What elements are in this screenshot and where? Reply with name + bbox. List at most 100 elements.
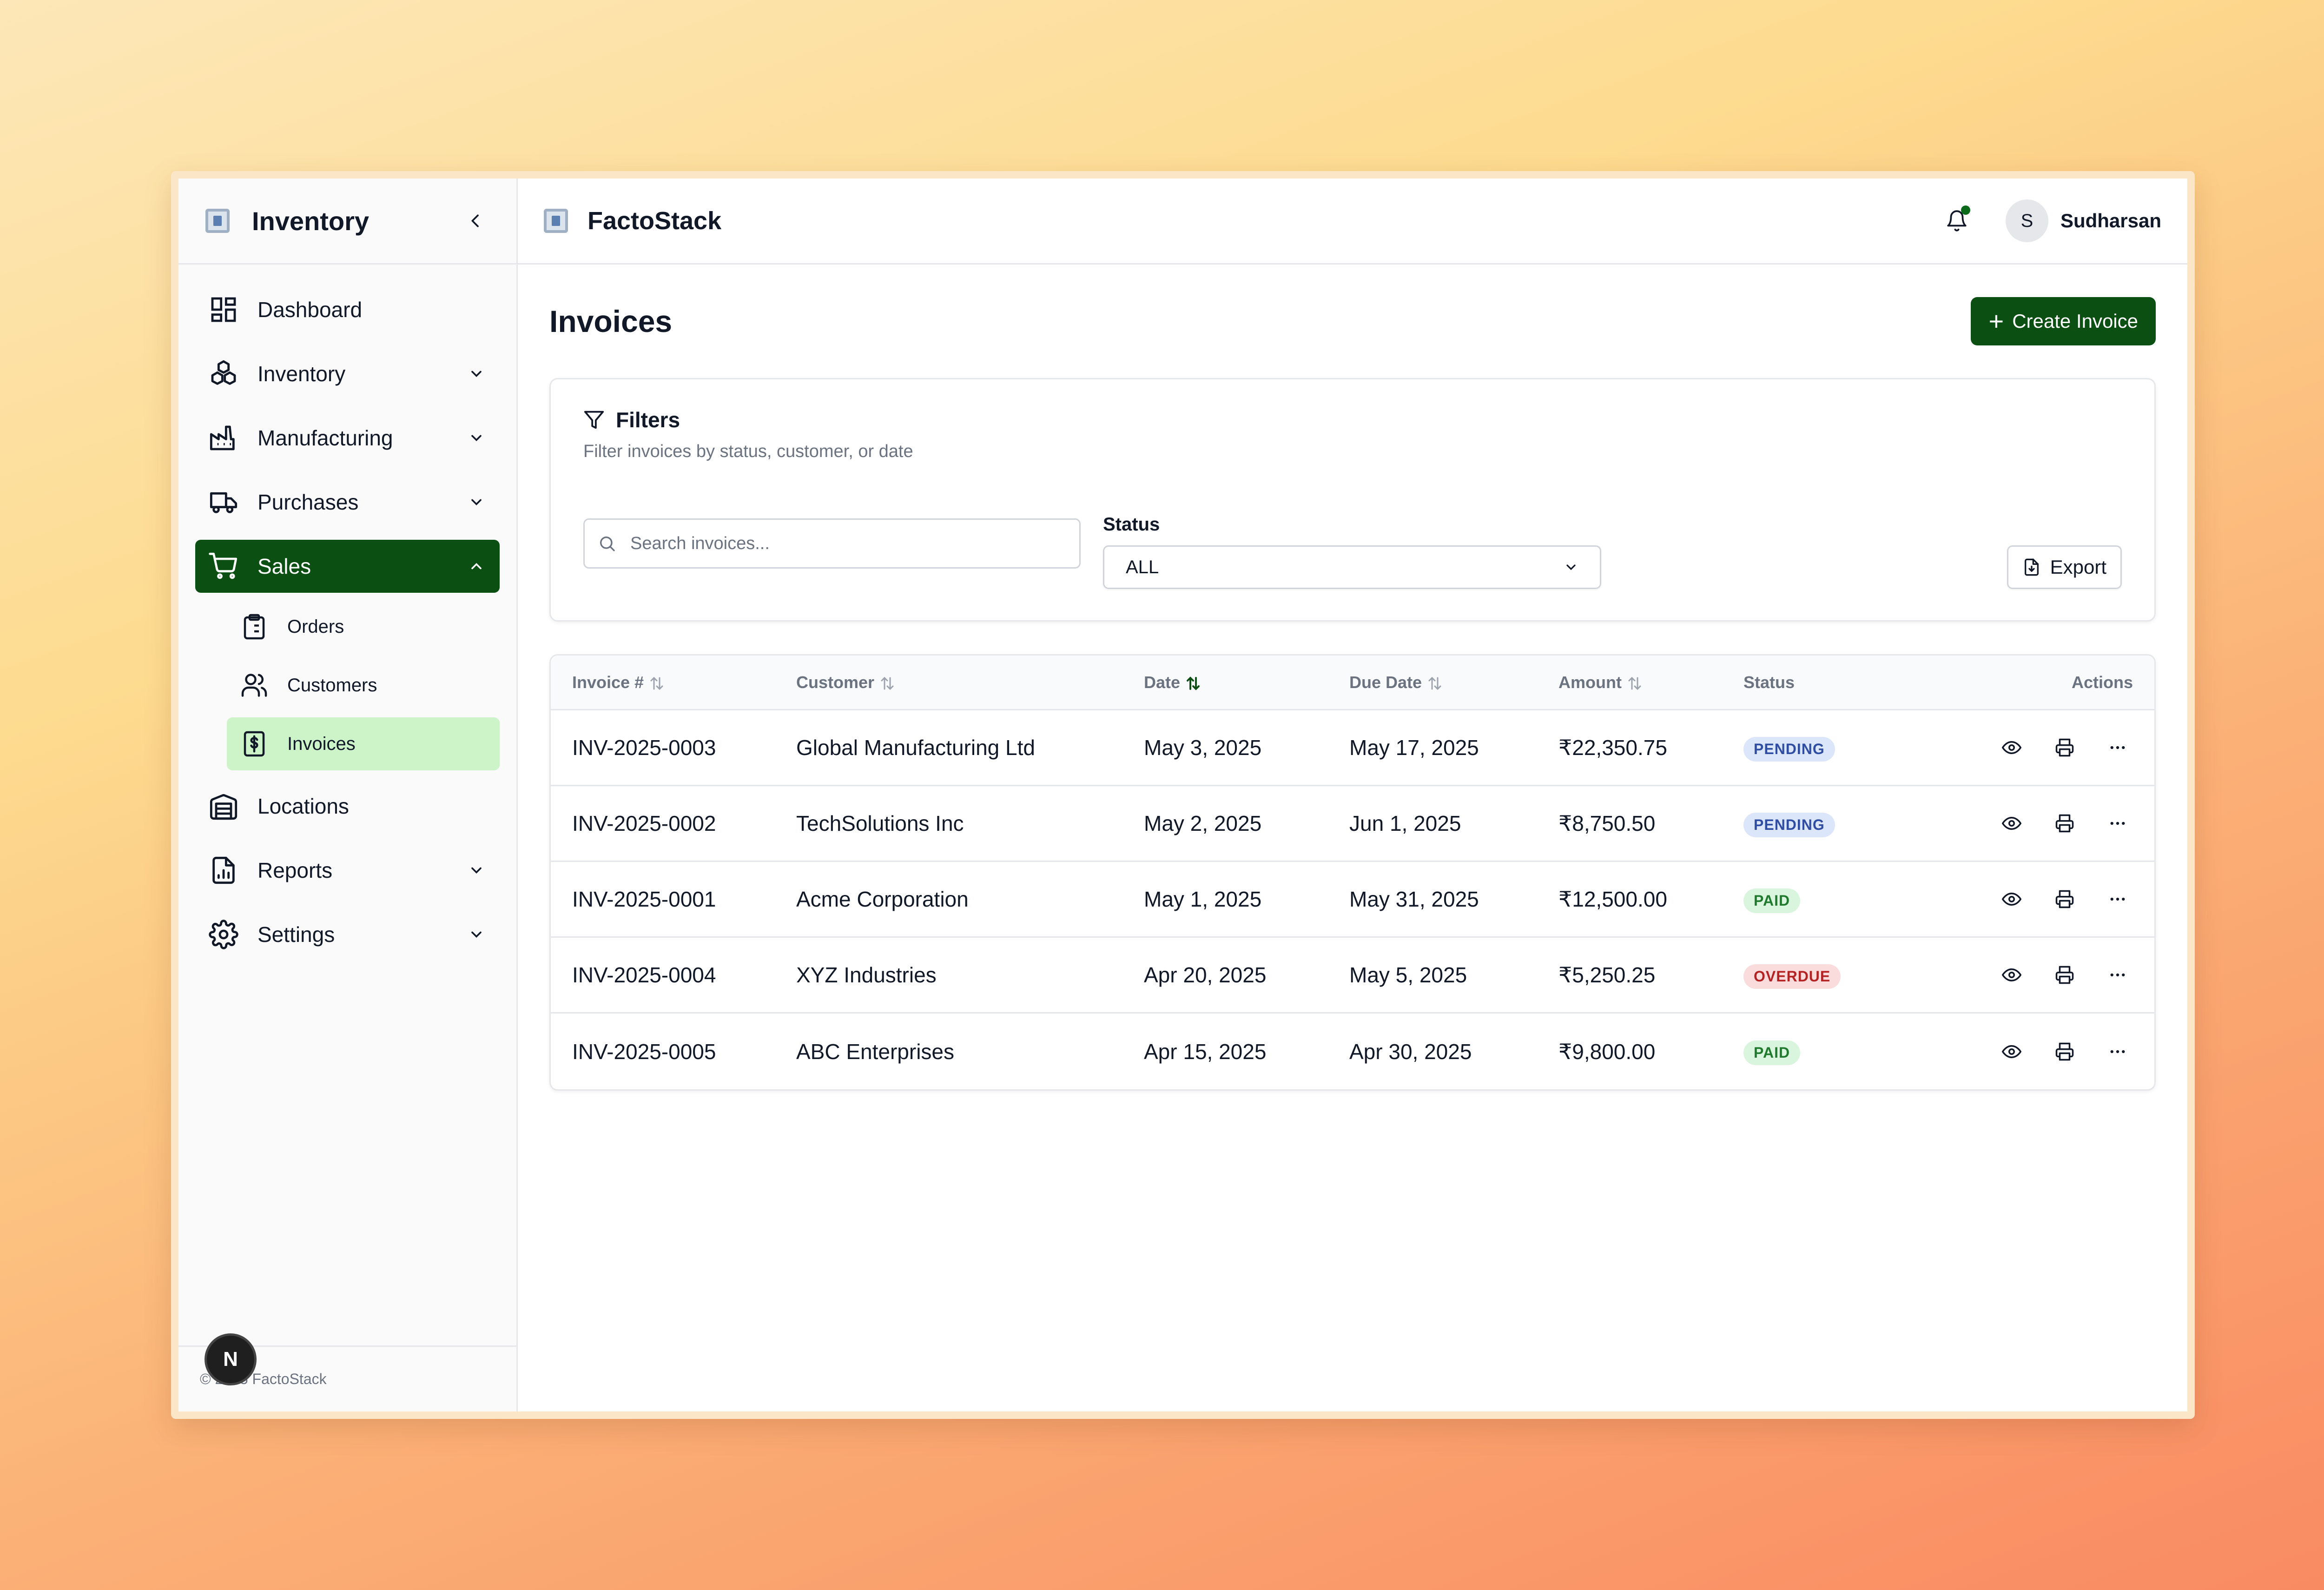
create-invoice-button[interactable]: + Create Invoice <box>1971 297 2156 345</box>
search-icon <box>598 533 619 554</box>
print-icon[interactable] <box>2049 884 2080 914</box>
col-amount-header[interactable]: Amount <box>1558 673 1743 692</box>
chevron-down-icon <box>1566 564 1576 570</box>
more-options-icon[interactable] <box>2102 732 2133 763</box>
table-row[interactable]: INV-2025-0005 ABC Enterprises Apr 15, 2025… <box>551 1014 2154 1089</box>
chevron-down-icon <box>466 924 487 945</box>
customer-name: XYZ Industries <box>796 963 937 987</box>
customer-name: Global Manufacturing Ltd <box>796 735 1035 760</box>
collapse-sidebar-button[interactable] <box>462 207 489 235</box>
invoice-number: INV-2025-0001 <box>572 887 716 911</box>
content: Invoices + Create Invoice Filters Filter… <box>518 265 2187 1091</box>
col-actions-header: Actions <box>2071 672 2133 692</box>
more-options-icon[interactable] <box>2102 960 2133 990</box>
status-cell: PENDING <box>1743 810 1939 837</box>
filters-title-label: Filters <box>616 408 680 432</box>
status-badge: PAID <box>1743 888 1801 913</box>
status-cell: OVERDUE <box>1743 961 1939 989</box>
user-name[interactable]: Sudharsan <box>2060 210 2161 232</box>
col-due-date-header[interactable]: Due Date <box>1349 673 1558 692</box>
invoice-date: May 2, 2025 <box>1144 811 1262 835</box>
notifications-button[interactable] <box>1941 205 1973 237</box>
col-status-header: Status <box>1743 672 1795 692</box>
dev-tools-badge[interactable]: N <box>205 1333 257 1385</box>
status-label: Status <box>1103 514 1160 535</box>
filters-subtitle: Filter invoices by status, customer, or … <box>583 442 913 461</box>
print-icon[interactable] <box>2049 960 2080 990</box>
sidebar-item-reports[interactable]: Reports <box>195 844 500 897</box>
sidebar-item-dashboard[interactable]: Dashboard <box>195 283 500 336</box>
sidebar-item-label: Orders <box>287 616 344 637</box>
sidebar-item-settings[interactable]: Settings <box>195 908 500 961</box>
header-label: Due Date <box>1349 672 1422 692</box>
print-icon[interactable] <box>2049 732 2080 763</box>
view-eye-icon[interactable] <box>1996 960 2027 990</box>
status-badge: OVERDUE <box>1743 964 1841 989</box>
plus-icon: + <box>1988 306 2004 336</box>
file-download-icon <box>2022 557 2043 577</box>
chevron-down-icon <box>466 860 487 881</box>
sidebar-item-manufacturing[interactable]: Manufacturing <box>195 411 500 464</box>
print-icon[interactable] <box>2049 1036 2080 1067</box>
more-options-icon[interactable] <box>2102 808 2133 839</box>
table-row[interactable]: INV-2025-0002 TechSolutions Inc May 2, 202… <box>551 786 2154 862</box>
sidebar-item-sales[interactable]: Sales <box>195 540 500 593</box>
sidebar-item-customers[interactable]: Customers <box>227 659 500 712</box>
col-invoice-header[interactable]: Invoice # <box>551 673 796 692</box>
table-row[interactable]: INV-2025-0004 XYZ Industries Apr 20, 2025 M… <box>551 938 2154 1014</box>
status-select[interactable]: ALL <box>1103 545 1601 589</box>
export-label: Export <box>2050 556 2106 578</box>
search-input[interactable] <box>630 533 1066 554</box>
export-button[interactable]: Export <box>2007 545 2122 589</box>
due-date: May 5, 2025 <box>1349 963 1467 987</box>
sidebar-item-purchases[interactable]: Purchases <box>195 476 500 529</box>
sidebar-item-orders[interactable]: Orders <box>227 600 500 653</box>
amount: ₹22,350.75 <box>1558 735 1667 760</box>
customer-name: ABC Enterprises <box>796 1039 955 1064</box>
brand-name: FactoStack <box>588 207 722 235</box>
search-box[interactable] <box>583 518 1081 569</box>
page-header: Invoices + Create Invoice <box>549 265 2156 378</box>
dashboard-icon <box>208 294 239 325</box>
invoice-number: INV-2025-0004 <box>572 963 716 987</box>
filters-row: Status ALL Export <box>583 514 2122 589</box>
sidebar-item-invoices[interactable]: Invoices <box>227 717 500 770</box>
avatar[interactable]: S <box>2005 199 2048 242</box>
table-row[interactable]: INV-2025-0003 Global Manufacturing Ltd May… <box>551 710 2154 786</box>
gear-icon <box>208 919 239 950</box>
more-options-icon[interactable] <box>2102 884 2133 914</box>
sidebar: Inventory Dashboard Inventory Manufactur… <box>178 179 518 1411</box>
table-row[interactable]: INV-2025-0001 Acme Corporation May 1, 2025… <box>551 862 2154 938</box>
status-select-value: ALL <box>1126 556 1159 577</box>
sidebar-item-locations[interactable]: Locations <box>195 780 500 833</box>
sidebar-item-label: Sales <box>257 554 311 578</box>
sidebar-item-inventory[interactable]: Inventory <box>195 347 500 400</box>
topbar: FactoStack S Sudharsan <box>518 179 2187 265</box>
print-icon[interactable] <box>2049 808 2080 839</box>
col-customer-header[interactable]: Customer <box>796 673 1144 692</box>
file-chart-icon <box>208 855 239 886</box>
customer-name: Acme Corporation <box>796 887 969 911</box>
users-icon <box>240 671 269 700</box>
view-eye-icon[interactable] <box>1996 1036 2027 1067</box>
sidebar-title: Inventory <box>252 206 370 236</box>
invoice-date: May 3, 2025 <box>1144 735 1262 760</box>
sidebar-item-label: Invoices <box>287 733 356 754</box>
row-actions <box>1939 808 2154 839</box>
view-eye-icon[interactable] <box>1996 808 2027 839</box>
clipboard-list-icon <box>240 612 269 641</box>
filters-card: Filters Filter invoices by status, custo… <box>549 378 2156 622</box>
chevron-down-icon <box>466 428 487 448</box>
invoice-number: INV-2025-0003 <box>572 735 716 760</box>
sidebar-header: Inventory <box>178 179 516 265</box>
invoice-date: May 1, 2025 <box>1144 887 1262 911</box>
col-date-header[interactable]: Date <box>1144 673 1349 692</box>
view-eye-icon[interactable] <box>1996 732 2027 763</box>
sales-submenu: Orders Customers Invoices <box>195 600 500 770</box>
shopping-cart-icon <box>208 551 239 582</box>
more-options-icon[interactable] <box>2102 1036 2133 1067</box>
due-date: Jun 1, 2025 <box>1349 811 1461 835</box>
sidebar-nav: Dashboard Inventory Manufacturing Purcha… <box>178 265 516 991</box>
table-header: Invoice # Customer Date Due Date Amount … <box>551 656 2154 710</box>
view-eye-icon[interactable] <box>1996 884 2027 914</box>
